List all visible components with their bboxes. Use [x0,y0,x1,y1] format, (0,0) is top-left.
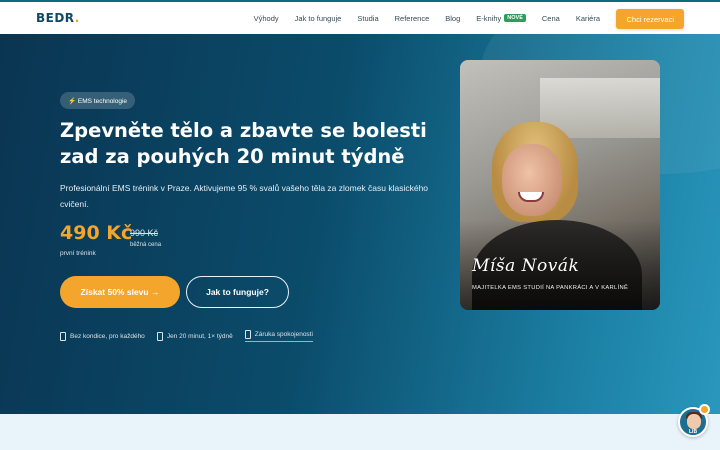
feature-label: Bez kondice, pro každého [70,332,145,340]
nav-links: Výhody Jak to funguje Studia Reference B… [238,2,600,34]
nav-link-e-knihy[interactable]: E-knihy NOVÉ [476,14,526,23]
hero-subtext: Profesionální EMS trénink v Praze. Aktiv… [60,183,429,209]
nav-link-blog[interactable]: Blog [445,14,460,23]
feature-item: Jen 20 minut, 1× týdně [156,330,233,342]
price-label: první trénink [60,250,96,257]
old-price-label: běžná cena [130,242,162,248]
nav-link-cena[interactable]: Cena [542,14,560,23]
feature-item: Záruka spokojenosti [244,330,313,342]
nav-link-vyhody[interactable]: Výhody [254,14,279,23]
feature-label: Záruka spokojenosti [254,331,313,338]
avatar-face [687,414,701,429]
logo[interactable]: BEDR. [36,11,80,25]
next-section-band [0,414,720,450]
discount-button[interactable]: Získat 50% slevu → [60,276,180,308]
how-it-works-button[interactable]: Jak to funguje? [186,276,289,308]
chat-label: LIB [689,429,698,435]
logo-dot: . [74,11,80,25]
price: 490 Kč [60,222,133,244]
check-icon [244,330,251,339]
technology-pill: ⚡ EMS technologie [60,92,136,109]
top-navigation: BEDR. Výhody Jak to funguje Studia Refer… [0,0,720,34]
reservation-button[interactable]: Chci rezervaci [616,9,684,29]
nav-link-e-knihy-label: E-knihy [476,13,502,23]
new-badge: NOVÉ [504,14,526,22]
logo-text: BEDR [36,11,75,25]
feature-item: Bez kondice, pro každého [60,330,145,342]
nav-link-studia[interactable]: Studia [357,14,378,23]
notification-dot-icon [699,404,710,415]
owner-photo: Míša Novák MAJITELKA EMS STUDIÍ NA PANKR… [460,60,660,310]
check-icon [60,331,66,341]
owner-caption: MAJITELKA EMS STUDIÍ NA PANKRÁCI A V KAR… [472,285,629,291]
old-price: 990 Kč [130,228,159,238]
nav-link-reference[interactable]: Reference [395,14,430,23]
feature-label: Jen 20 minut, 1× týdně [166,332,233,340]
nav-link-kariera[interactable]: Kariéra [576,14,600,23]
feature-list: Bez kondice, pro každého Jen 20 minut, 1… [60,330,313,342]
photo-face [502,144,562,216]
check-icon [156,331,163,341]
owner-signature: Míša Novák [472,256,580,276]
hero-headline: Zpevněte tělo a zbavte se bolesti zad za… [60,119,427,168]
nav-link-jak-to-funguje[interactable]: Jak to funguje [295,14,342,23]
